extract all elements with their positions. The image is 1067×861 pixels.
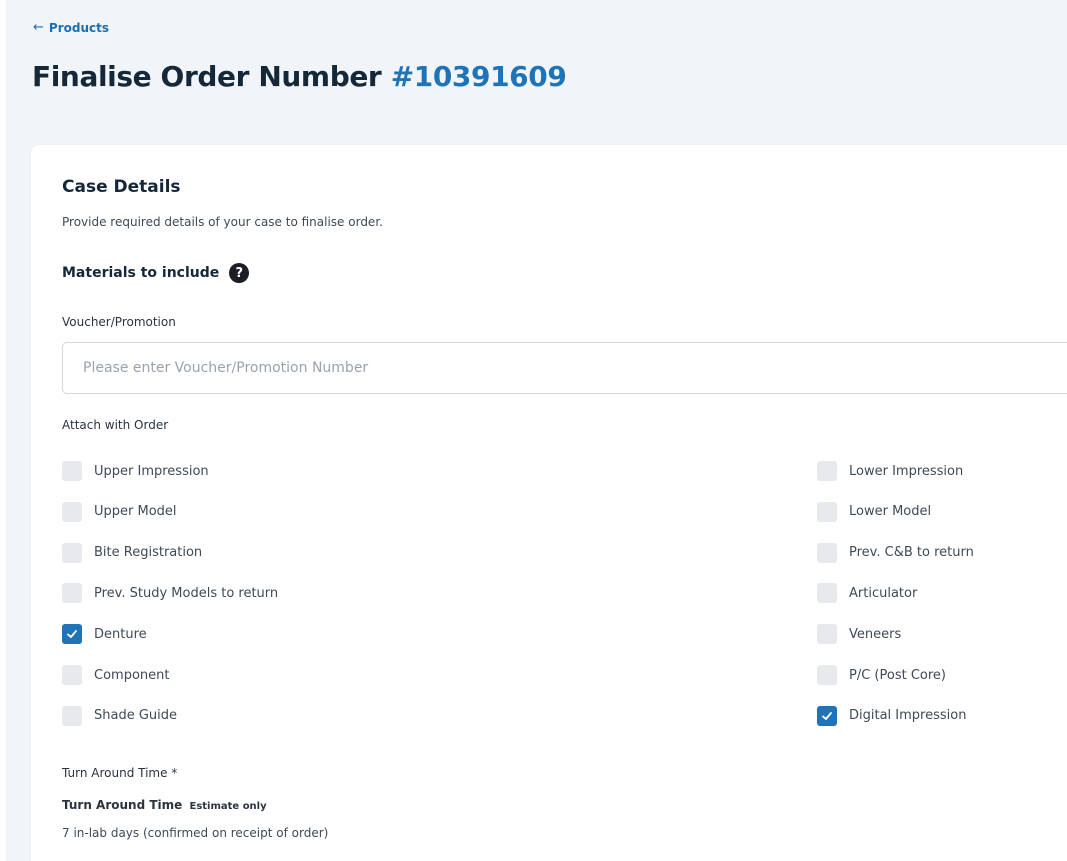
checkbox-label: Prev. C&B to return <box>849 545 974 561</box>
materials-heading-text: Materials to include <box>62 265 220 281</box>
checkbox-box[interactable] <box>817 705 837 726</box>
checkbox-label: Bite Registration <box>94 545 203 561</box>
back-to-products-link[interactable]: ← Products <box>33 20 109 35</box>
materials-heading: Materials to include ? <box>62 263 250 283</box>
checkmark-icon <box>67 630 77 639</box>
attach-with-order-label: Attach with Order <box>62 418 169 432</box>
case-details-card: Case Details Provide required details of… <box>31 145 1067 861</box>
case-details-subtitle: Provide required details of your case to… <box>62 215 383 229</box>
checkbox-label: Upper Impression <box>94 463 209 479</box>
checkbox-label: Upper Model <box>94 504 177 520</box>
voucher-input[interactable] <box>62 342 1067 394</box>
checkbox-label: Veneers <box>849 626 902 642</box>
checkbox-label: Digital Impression <box>849 708 967 724</box>
turnaround-label: Turn Around Time * <box>62 766 178 780</box>
checkbox-box[interactable] <box>62 461 82 481</box>
order-number: #10391609 <box>390 60 567 93</box>
turnaround-value: 7 in-lab days (confirmed on receipt of o… <box>62 826 329 840</box>
checkbox-label: Lower Model <box>849 504 932 520</box>
question-circle-icon[interactable]: ? <box>229 263 250 283</box>
checkbox-label: Prev. Study Models to return <box>94 585 279 601</box>
checkbox-upper-impression[interactable]: Upper Impression <box>62 461 209 481</box>
page-title: Finalise Order Number #10391609 <box>32 60 567 93</box>
checkbox-p-c-post-core[interactable]: P/C (Post Core) <box>817 665 946 685</box>
back-link-label: Products <box>48 20 109 35</box>
voucher-label: Voucher/Promotion <box>62 315 176 329</box>
checkbox-lower-impression[interactable]: Lower Impression <box>817 461 963 481</box>
checkbox-box[interactable] <box>817 461 837 481</box>
checkbox-box[interactable] <box>62 542 82 563</box>
checkbox-prev-c-b-to-return[interactable]: Prev. C&B to return <box>817 542 974 563</box>
estimate-note: Estimate only <box>189 801 267 812</box>
checkbox-label: Shade Guide <box>94 708 178 724</box>
turnaround-heading-text: Turn Around Time <box>62 798 183 812</box>
checkbox-box[interactable] <box>62 501 82 522</box>
page: ← Products Finalise Order Number #103916… <box>0 0 1067 861</box>
case-details-title: Case Details <box>62 177 181 197</box>
checkbox-veneers[interactable]: Veneers <box>817 624 902 645</box>
checkbox-prev-study-models-to-return[interactable]: Prev. Study Models to return <box>62 583 279 604</box>
checkbox-box[interactable] <box>62 705 82 726</box>
checkbox-shade-guide[interactable]: Shade Guide <box>62 705 178 726</box>
checkbox-box[interactable] <box>817 583 837 604</box>
checkbox-upper-model[interactable]: Upper Model <box>62 501 177 522</box>
checkbox-box[interactable] <box>62 624 82 645</box>
checkbox-denture[interactable]: Denture <box>62 624 147 645</box>
checkbox-label: Lower Impression <box>849 463 964 479</box>
checkbox-box[interactable] <box>62 665 82 685</box>
checkbox-box[interactable] <box>817 624 837 645</box>
page-title-text: Finalise Order Number <box>32 60 382 93</box>
checkbox-digital-impression[interactable]: Digital Impression <box>817 705 967 726</box>
checkbox-box[interactable] <box>817 542 837 563</box>
checkbox-bite-registration[interactable]: Bite Registration <box>62 542 203 563</box>
checkbox-articulator[interactable]: Articulator <box>817 583 918 604</box>
checkbox-label: Denture <box>94 626 147 642</box>
checkbox-label: Component <box>94 667 170 683</box>
checkbox-label: Articulator <box>849 585 918 601</box>
checkbox-box[interactable] <box>817 501 837 522</box>
checkbox-lower-model[interactable]: Lower Model <box>817 501 932 522</box>
checkmark-icon <box>822 711 832 720</box>
checkbox-box[interactable] <box>62 583 82 604</box>
checkbox-component[interactable]: Component <box>62 665 169 685</box>
left-edge-strip <box>0 0 6 861</box>
turnaround-heading: Turn Around Time Estimate only <box>62 798 267 812</box>
checkbox-box[interactable] <box>817 665 837 685</box>
arrow-left-icon: ← <box>33 20 44 35</box>
checkbox-label: P/C (Post Core) <box>849 667 946 683</box>
